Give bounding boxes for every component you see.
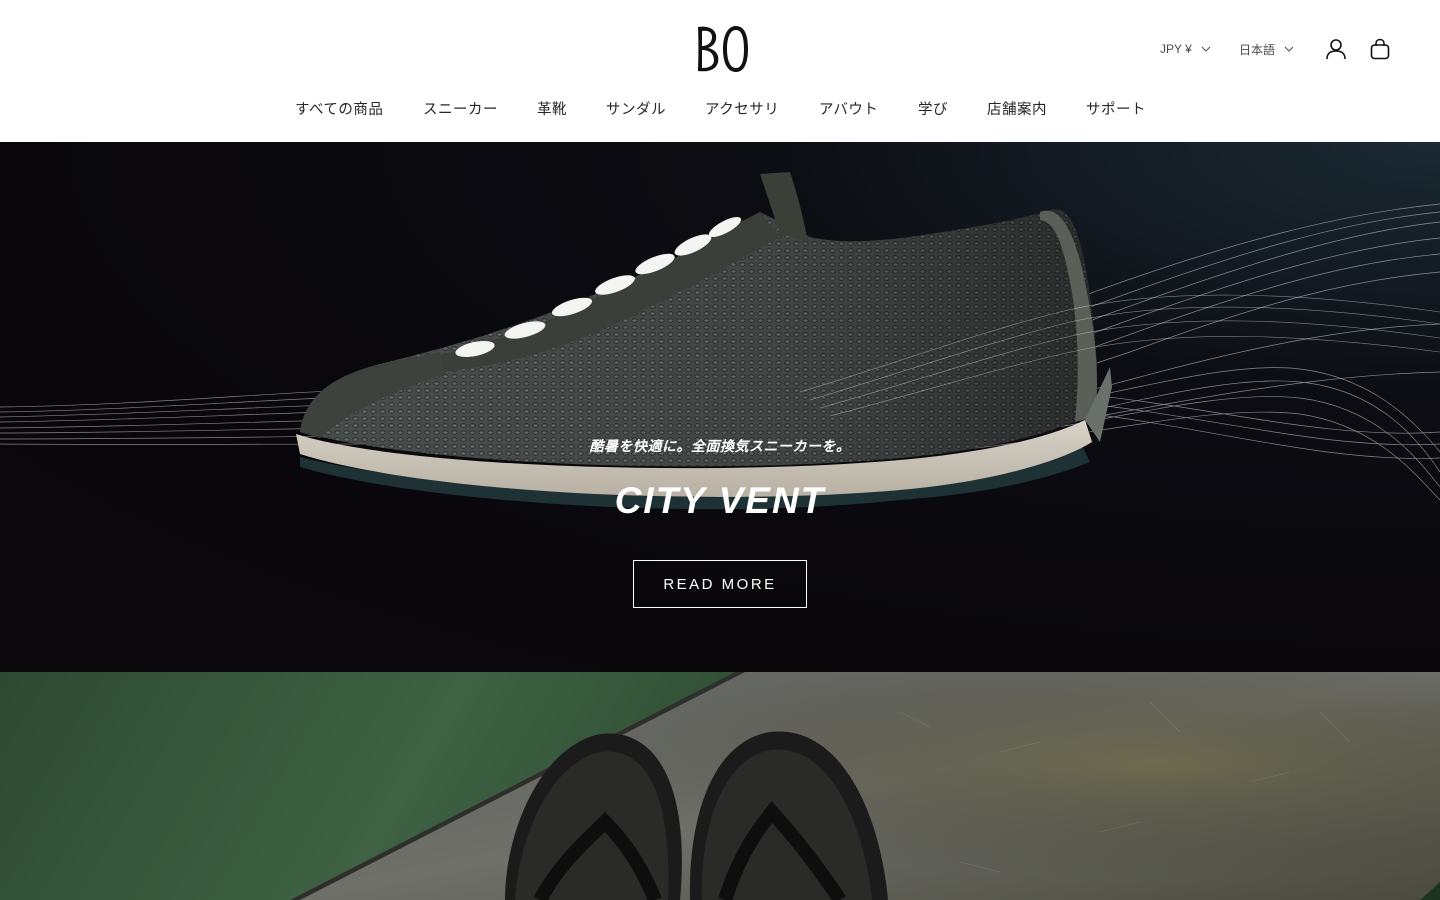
nav-item-leather-shoes[interactable]: 革靴 xyxy=(537,98,567,119)
language-label: 日本語 xyxy=(1239,42,1276,57)
read-more-button[interactable]: READ MORE xyxy=(633,560,807,608)
user-icon xyxy=(1326,39,1346,60)
nav-item-sandals[interactable]: サンダル xyxy=(606,98,666,119)
account-button[interactable] xyxy=(1323,36,1349,62)
nav-item-all-products[interactable]: すべての商品 xyxy=(295,98,383,119)
currency-label: JPY ¥ xyxy=(1160,42,1192,56)
nav-item-support[interactable]: サポート xyxy=(1086,98,1146,119)
sandal-banner[interactable] xyxy=(0,672,1440,900)
brand-logo[interactable] xyxy=(694,24,750,74)
hero-subtitle: 酷暑を快適に。全面換気スニーカーを。 xyxy=(589,439,851,455)
nav-item-accessories[interactable]: アクセサリ xyxy=(705,98,779,119)
nav-item-about[interactable]: アバウト xyxy=(819,98,878,119)
sandal-banner-image xyxy=(290,672,1440,900)
sneaker xyxy=(296,172,1112,510)
hero-title: CITY VENT xyxy=(614,480,826,521)
currency-selector[interactable]: JPY ¥ xyxy=(1160,36,1211,62)
chevron-down-icon xyxy=(1201,46,1211,52)
brand-logo-mark xyxy=(698,26,748,72)
site-header: JPY ¥ 日本語 すべての商品 スニーカー 革靴 サンダル アクセサリ アバウ… xyxy=(0,0,1440,142)
cart-button[interactable] xyxy=(1367,36,1393,62)
nav-item-stores[interactable]: 店舗案内 xyxy=(987,98,1047,119)
bag-icon xyxy=(1370,38,1390,60)
nav-item-learn[interactable]: 学び xyxy=(918,98,948,119)
main-nav: すべての商品 スニーカー 革靴 サンダル アクセサリ アバウト 学び 店舗案内 … xyxy=(0,98,1440,122)
chevron-down-icon xyxy=(1284,46,1294,52)
language-selector[interactable]: 日本語 xyxy=(1239,36,1294,62)
nav-item-sneakers[interactable]: スニーカー xyxy=(423,98,498,119)
hero-banner[interactable]: 酷暑を快適に。全面換気スニーカーを。 CITY VENT READ MORE xyxy=(0,142,1440,672)
